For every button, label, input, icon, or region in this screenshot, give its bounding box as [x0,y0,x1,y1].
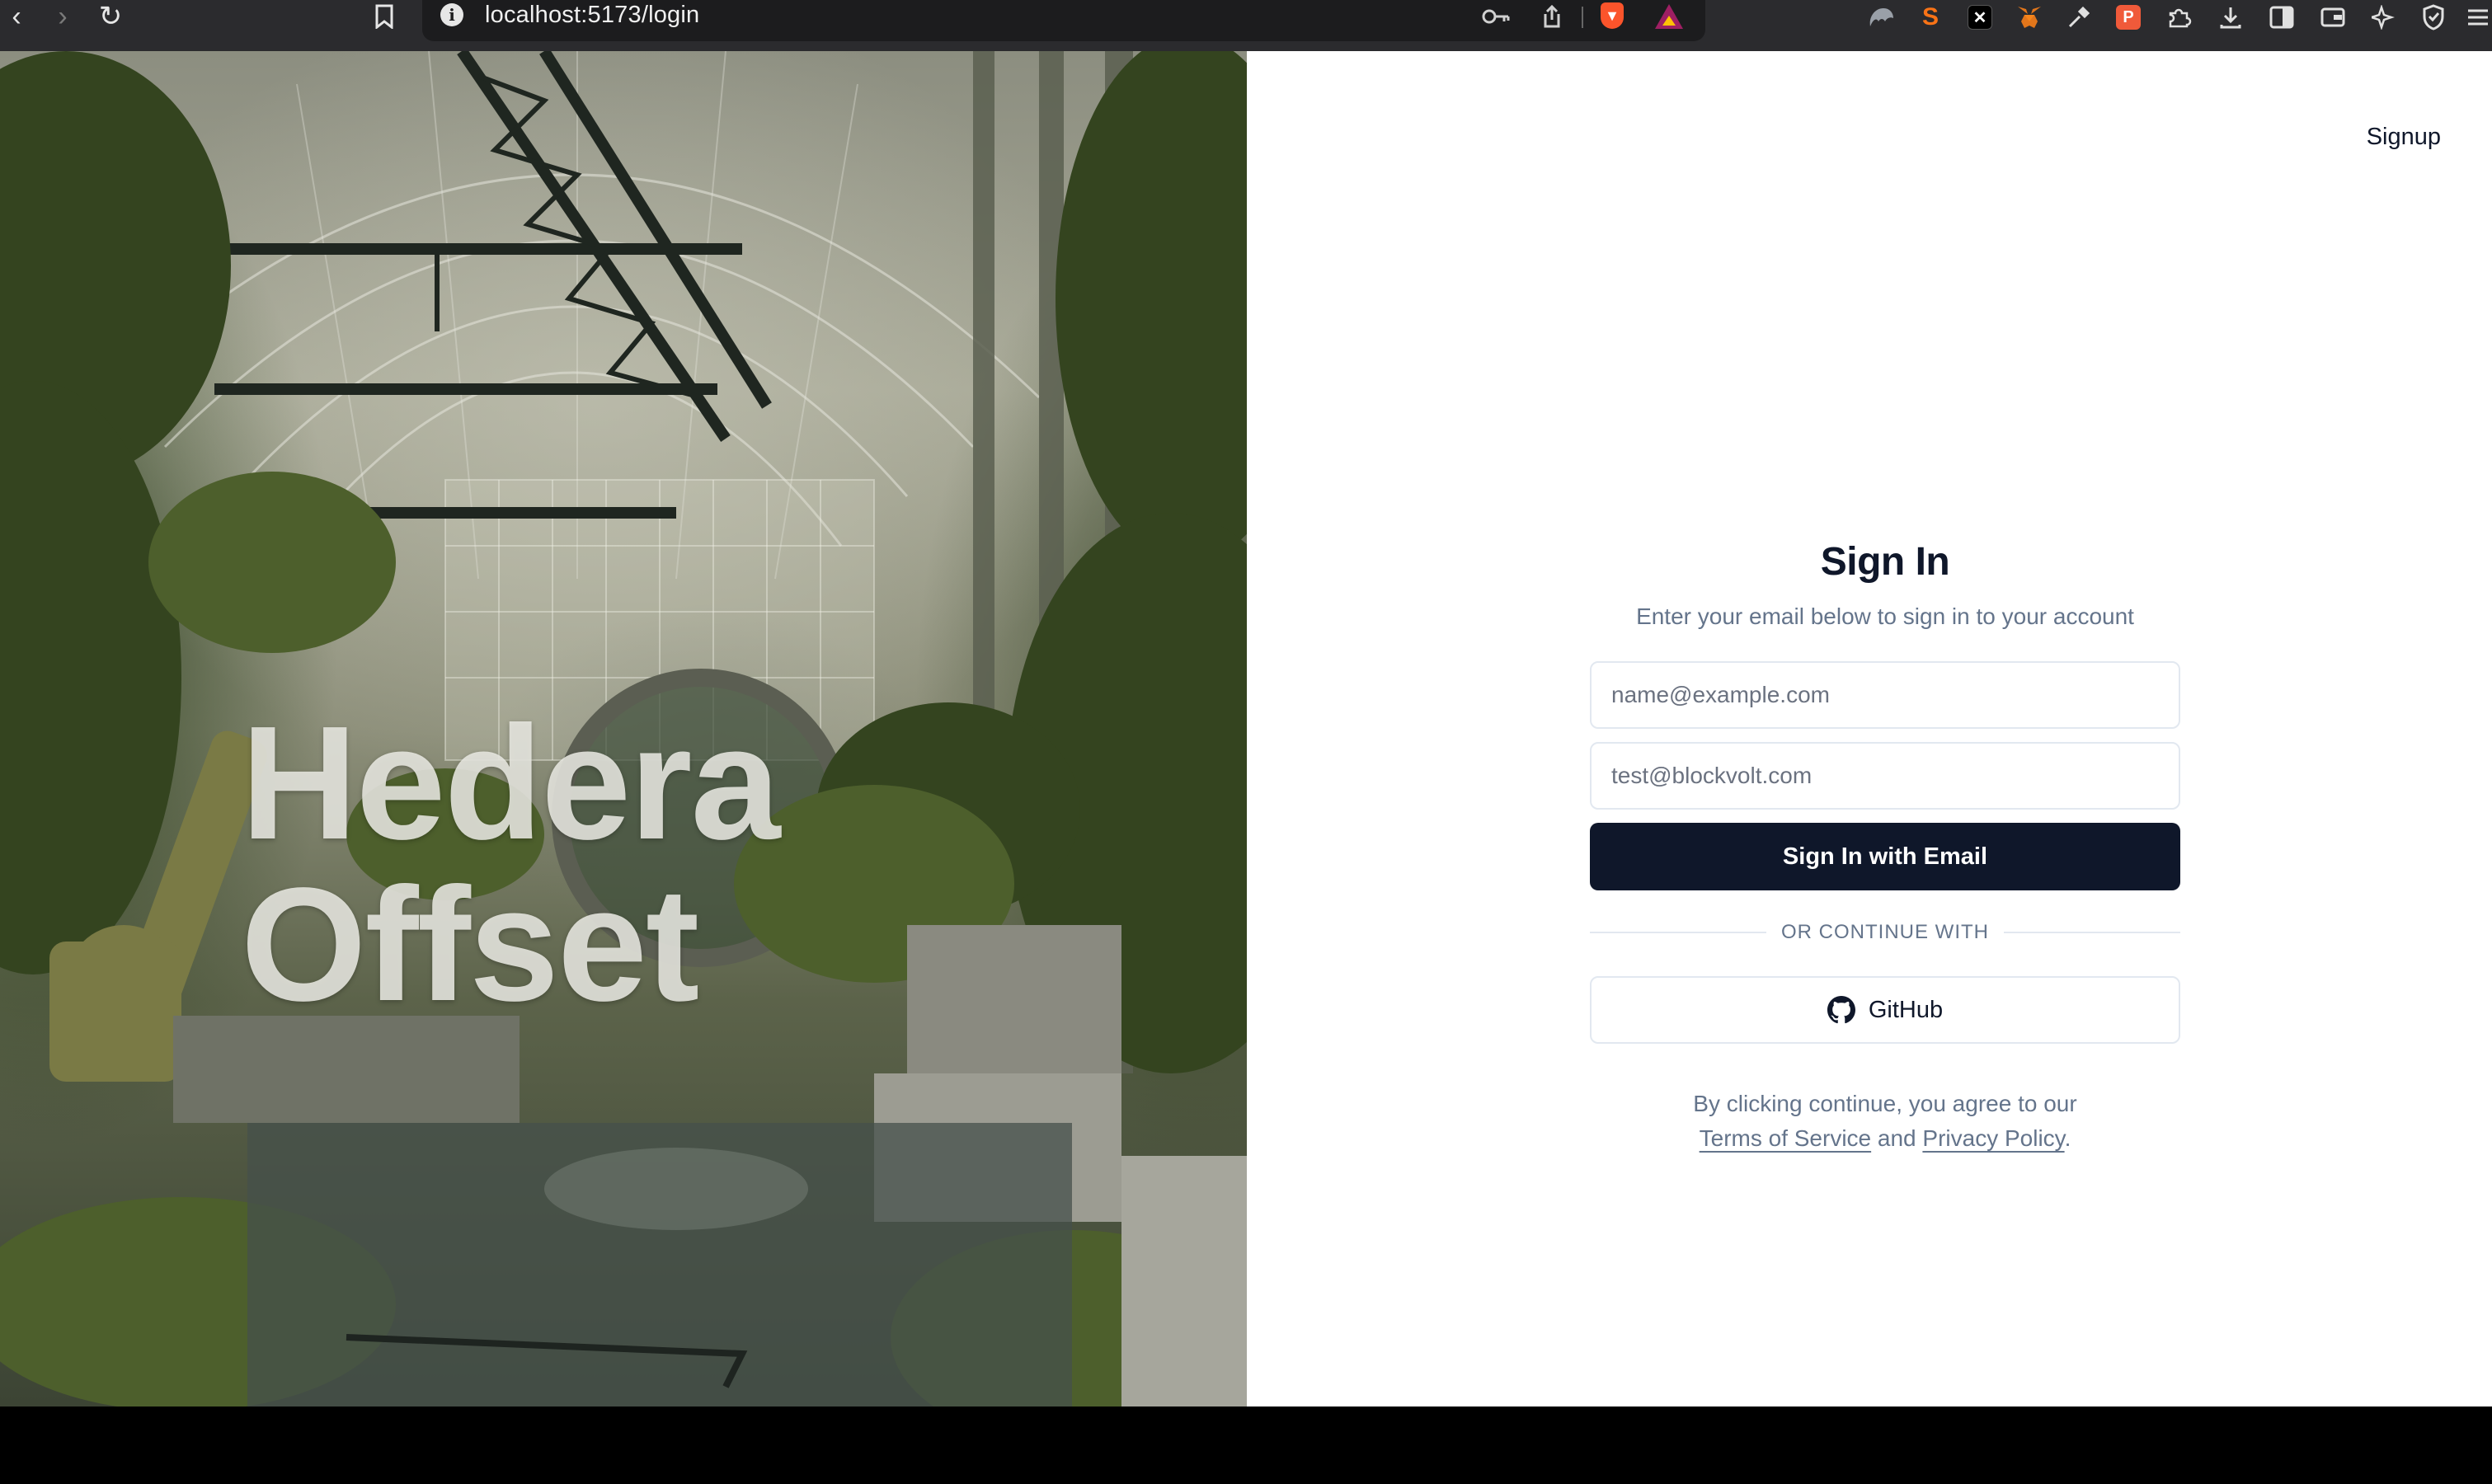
shield-icon[interactable] [2418,2,2449,33]
browser-toolbar: ‹ › ↻ i localhost:5173/login ▼ S ✕ P [0,0,2492,51]
github-icon [1827,996,1855,1024]
address-bar[interactable]: i localhost:5173/login ▼ [422,0,1705,41]
s-extension-icon[interactable]: S [1915,2,1946,33]
hero-title: Hedera Offset [241,693,781,1035]
forward-icon[interactable]: › [46,0,79,33]
hero-image-panel: Hedera Offset [0,51,1247,1407]
screen-bottom-area [0,1407,2492,1484]
brave-shields-icon[interactable]: ▼ [1598,2,1626,30]
sidebar-icon[interactable] [2266,2,2297,33]
privacy-policy-link[interactable]: Privacy Policy [1922,1125,2064,1151]
divider-label: OR CONTINUE WITH [1781,921,1989,943]
sparkle-icon[interactable] [2368,2,2400,33]
page-title: Sign In [1820,540,1950,584]
site-info-icon[interactable]: i [440,3,463,26]
sign-in-button[interactable]: Sign In with Email [1590,823,2180,890]
or-divider: OR CONTINUE WITH [1590,920,2181,945]
sign-in-form: Sign In Enter your email below to sign i… [1590,539,2181,1156]
ghost-extension-icon[interactable] [1865,2,1897,33]
legal-suffix: . [2064,1125,2071,1151]
legal-and: and [1877,1125,1916,1151]
password-field[interactable] [1590,742,2180,810]
hero-title-line-1: Hedera [241,693,781,873]
url-text[interactable]: localhost:5173/login [485,2,699,29]
hero-title-line-2: Offset [241,854,699,1035]
back-icon[interactable]: ‹ [0,0,33,33]
email-field[interactable] [1590,661,2180,729]
eyedropper-icon[interactable] [2063,2,2095,33]
menu-icon[interactable] [2462,2,2492,33]
auth-panel: Signup Sign In Enter your email below to… [1247,51,2492,1407]
divider-line-right [2004,932,2181,933]
legal-notice: By clicking continue, you agree to our T… [1590,1087,2180,1156]
download-icon[interactable] [2215,2,2246,33]
share-icon[interactable] [1537,2,1567,31]
metamask-fox-icon[interactable] [2014,2,2045,33]
p-extension-icon[interactable]: P [2113,2,2144,33]
github-button-label: GitHub [1868,996,1944,1023]
x-extension-icon[interactable]: ✕ [1964,2,1996,33]
legal-prefix: By clicking continue, you agree to our [1693,1091,2077,1116]
signup-link[interactable]: Signup [2367,124,2441,151]
toolbar-divider [1582,7,1583,28]
puzzle-icon[interactable] [2164,2,2195,33]
reload-icon[interactable]: ↻ [94,0,127,33]
terms-of-service-link[interactable]: Terms of Service [1700,1125,1872,1151]
divider-line-left [1590,932,1767,933]
bookmark-icon[interactable] [368,0,401,33]
key-icon[interactable] [1481,2,1511,31]
page-subtitle: Enter your email below to sign in to you… [1636,603,2134,629]
github-button[interactable]: GitHub [1590,976,2180,1044]
wallet-icon[interactable] [2317,2,2349,33]
brave-rewards-icon[interactable] [1654,2,1684,31]
